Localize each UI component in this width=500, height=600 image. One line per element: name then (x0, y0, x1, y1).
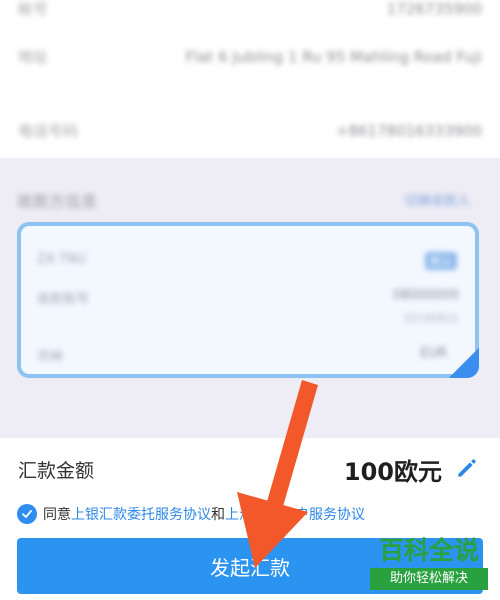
currency-label: 币种 (37, 350, 64, 365)
watermark-brand: 百科全说 (378, 536, 479, 565)
sender-row-phone: 电话号码 +86178016333900 (18, 120, 482, 142)
receiver-section-title: 收款方信息 (17, 192, 98, 211)
currency-value: EUR (420, 346, 447, 361)
receiver-name: ZA TNU (37, 252, 87, 267)
agreement-row: 同意 上银汇款委托服务协议 和 上海银行客户服务协议 (17, 504, 365, 524)
sender-row-address: 地址 Flat 6 Jubling 1 Ru 95 Mahling Road F… (18, 46, 482, 68)
sender-info-section: 帐号 1726735900 地址 Flat 6 Jubling 1 Ru 95 … (0, 0, 500, 158)
remittance-agreement-link[interactable]: 上银汇款委托服务协议 (71, 504, 211, 524)
sender-account-label: 帐号 (18, 0, 49, 18)
amount-value: 100欧元 (343, 458, 442, 486)
sender-phone-label: 电话号码 (18, 122, 79, 140)
agreement-middle: 和 (211, 507, 225, 523)
watermark-logo: 百科全说 助你轻松解决 (370, 536, 488, 590)
sender-phone-value: +86178016333900 (335, 122, 482, 140)
pencil-edit-icon[interactable] (454, 455, 480, 481)
receiver-account-sub: 32190831 (403, 312, 459, 325)
receiver-account-label: 收款账号 (37, 292, 90, 307)
receiver-account-card[interactable]: ZA TNU 默认 收款账号 08000000 32190831 币种 EUR (17, 222, 479, 378)
selected-check-corner-icon (449, 348, 479, 378)
watermark-slogan: 助你轻松解决 (370, 568, 488, 590)
receiver-account-number: 08000000 (392, 288, 459, 303)
receiver-info-section: 收款方信息 切换收款人 ZA TNU 默认 收款账号 08000000 3219… (0, 158, 500, 438)
sender-row-account: 帐号 1726735900 (18, 0, 482, 20)
sender-account-value: 1726735900 (386, 0, 482, 18)
customer-service-agreement-link[interactable]: 上海银行客户服务协议 (225, 504, 365, 524)
sender-address-label: 地址 (18, 48, 49, 66)
switch-receiver-link[interactable]: 切换收款人 (405, 190, 470, 209)
checkmark-icon[interactable] (17, 504, 37, 524)
sender-address-value: Flat 6 Jubling 1 Ru 95 Mahling Road Fuji (185, 48, 482, 66)
default-badge: 默认 (425, 252, 457, 270)
agreement-prefix: 同意 (43, 507, 71, 523)
amount-label: 汇款金额 (18, 460, 95, 482)
